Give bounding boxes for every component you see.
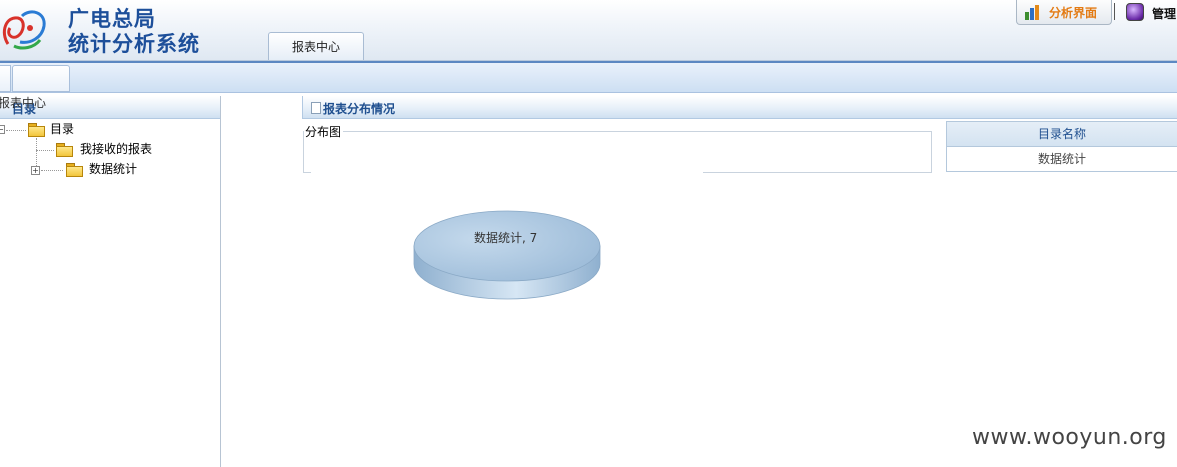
manage-icon [1126, 3, 1144, 21]
folder-icon [56, 143, 73, 157]
fieldset-border [342, 131, 931, 132]
directory-panel: 目录 报表中心 − 目录 我接收的报表 + 数据统计 [0, 96, 221, 467]
watermark: www.wooyun.org [972, 425, 1167, 450]
tree-line [41, 170, 63, 171]
secondary-tabbar [0, 61, 1177, 93]
tree-root[interactable]: 目录 [28, 120, 148, 138]
logo-icon [2, 10, 46, 50]
app-header: 广电总局 统计分析系统 报表中心 分析界面 管理 [0, 0, 1177, 61]
directory-table: 目录名称 数据统计 [946, 121, 1177, 172]
distribution-fieldset: 分布图 [303, 123, 932, 173]
folder-open-icon [28, 123, 45, 137]
tree-line [36, 150, 54, 151]
tree-item-label: 数据统计 [89, 162, 138, 176]
tree-item-data-statistics[interactable]: 数据统计 [66, 160, 186, 178]
analysis-view-button[interactable]: 分析界面 [1016, 0, 1112, 25]
header-separator [1114, 3, 1115, 20]
pie-slice-label: 数据统计, 7 [474, 231, 538, 245]
distribution-label: 分布图 [305, 123, 344, 140]
fieldset-gap [311, 172, 703, 173]
tree-item-received-reports[interactable]: 我接收的报表 [56, 140, 196, 158]
directory-panel-overlap-text: 报表中心 [0, 96, 47, 110]
tree-item-label: 我接收的报表 [80, 142, 153, 156]
tree-root-expander[interactable]: − [0, 125, 5, 134]
chart-icon [1025, 5, 1039, 20]
table-row[interactable]: 数据统计 [947, 147, 1177, 171]
document-icon [311, 102, 321, 114]
tree-item-expander[interactable]: + [31, 166, 40, 175]
pie-chart[interactable] [412, 210, 602, 302]
report-distribution-title: 报表分布情况 [323, 102, 396, 116]
tree-root-label: 目录 [50, 122, 75, 136]
manage-label: 管理 [1152, 7, 1177, 21]
report-distribution-header: 报表分布情况 [302, 96, 1177, 119]
table-header-directory-name: 目录名称 [947, 122, 1177, 147]
analysis-view-label: 分析界面 [1049, 6, 1098, 20]
secondary-tab-partial[interactable] [0, 65, 11, 92]
tab-report-center[interactable]: 报表中心 [268, 32, 364, 60]
directory-panel-header: 目录 报表中心 [0, 96, 220, 119]
folder-icon [66, 163, 83, 177]
manage-button[interactable]: 管理 [1124, 2, 1177, 22]
tree-line [6, 130, 26, 131]
secondary-tab[interactable] [12, 65, 70, 92]
pie-slice-data-statistics [413, 210, 601, 282]
app-title-line2: 统计分析系统 [68, 32, 200, 56]
